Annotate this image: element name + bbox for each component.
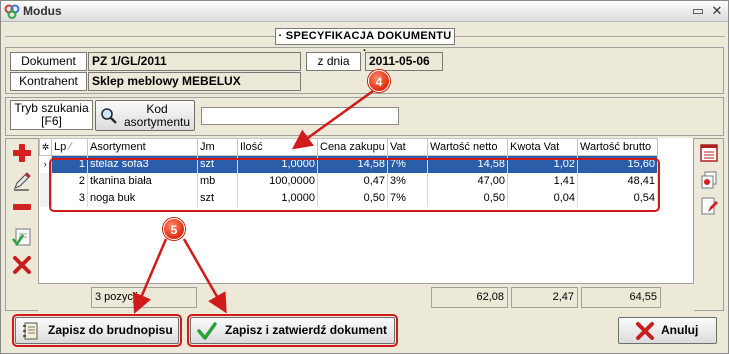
annotation-badge-4: 4 bbox=[368, 70, 390, 92]
arrow-to-grid bbox=[291, 89, 374, 150]
annotation-badge-5: 5 bbox=[163, 218, 185, 240]
arrow-to-confirm-button bbox=[182, 238, 227, 314]
modus-window: Modus ▭ ✕ · SPECYFIKACJA DOKUMENTU · Dok… bbox=[0, 0, 729, 354]
arrow-to-draft-button bbox=[132, 238, 168, 314]
annotation-arrows bbox=[132, 89, 374, 314]
